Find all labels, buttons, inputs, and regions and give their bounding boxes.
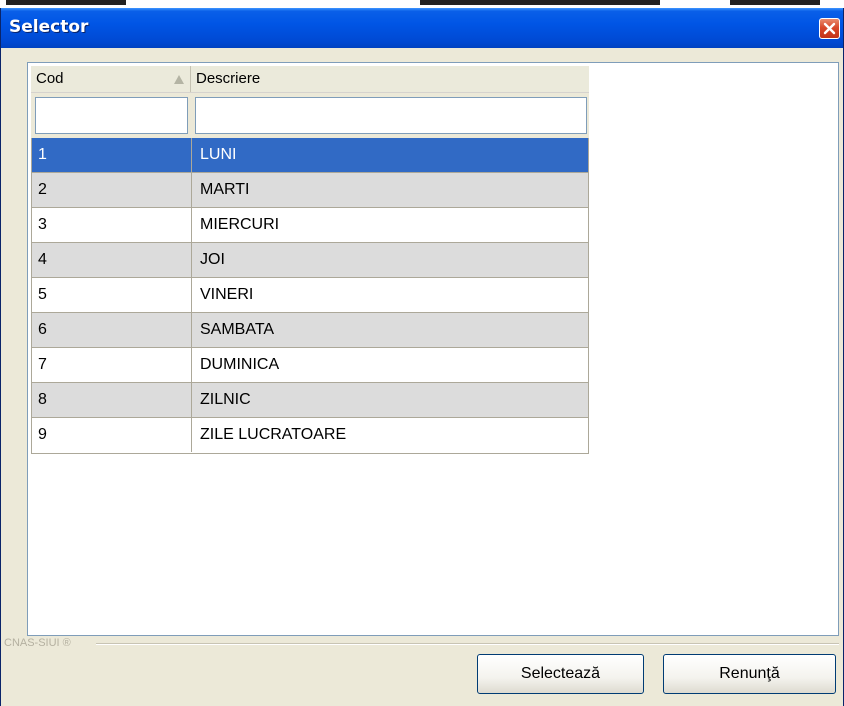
column-header-descriere[interactable]: Descriere (191, 66, 589, 92)
cell-cod: 7 (32, 348, 192, 382)
grid-panel: Cod Descriere 1 LUNI 2 MARTI 3 MIERCURI 4 JOI 5 V… (27, 62, 839, 636)
grid-body: 1 LUNI 2 MARTI 3 MIERCURI 4 JOI 5 VINERI 6 SAMBATA 7… (31, 138, 589, 454)
cell-descriere: LUNI (200, 146, 237, 163)
window-title: Selector (9, 17, 89, 37)
cell-descriere: JOI (200, 251, 225, 268)
sort-ascending-icon (174, 75, 184, 84)
cell-cod: 2 (32, 173, 192, 207)
brand-separator: CNAS-SIUI ® (1, 636, 843, 650)
background-window-strip (0, 0, 844, 8)
table-row[interactable]: 4 JOI (32, 243, 588, 278)
filter-descriere-input[interactable] (195, 97, 587, 134)
cell-descriere: MARTI (200, 181, 250, 198)
table-row[interactable]: 8 ZILNIC (32, 383, 588, 418)
brand-label: CNAS-SIUI ® (4, 637, 74, 649)
cell-descriere: VINERI (200, 286, 254, 303)
separator-line (96, 643, 839, 645)
column-header-label: Cod (36, 70, 64, 87)
table-row[interactable]: 3 MIERCURI (32, 208, 588, 243)
close-icon (823, 22, 836, 35)
cell-descriere: MIERCURI (200, 216, 280, 233)
table-row[interactable]: 6 SAMBATA (32, 313, 588, 348)
background-text-fragment (6, 0, 126, 5)
cell-cod: 3 (32, 208, 192, 242)
background-text-fragment (420, 0, 660, 5)
cell-cod: 8 (32, 383, 192, 417)
cell-cod: 9 (32, 418, 192, 452)
grid-header: Cod Descriere (31, 66, 589, 93)
cell-descriere: ZILE LUCRATOARE (200, 426, 347, 443)
close-button[interactable] (819, 18, 840, 39)
selector-dialog: Selector Cod Descriere 1 LUNI 2 MARTI 3 M (0, 8, 844, 706)
table-row[interactable]: 2 MARTI (32, 173, 588, 208)
column-header-cod[interactable]: Cod (31, 66, 191, 92)
cell-descriere: DUMINICA (200, 356, 280, 373)
cell-descriere: SAMBATA (200, 321, 275, 338)
cell-cod: 6 (32, 313, 192, 347)
filter-cod-input[interactable] (35, 97, 188, 134)
cell-cod: 5 (32, 278, 192, 312)
select-button[interactable]: Selectează (477, 654, 644, 694)
cell-descriere: ZILNIC (200, 391, 251, 408)
cell-cod: 4 (32, 243, 192, 277)
background-text-fragment (730, 0, 820, 5)
cell-cod: 1 (32, 138, 192, 172)
title-bar[interactable]: Selector (1, 8, 843, 48)
column-header-label: Descriere (196, 70, 261, 87)
table-row[interactable]: 9 ZILE LUCRATOARE (32, 418, 588, 453)
selector-grid: Cod Descriere 1 LUNI 2 MARTI 3 MIERCURI 4 JOI 5 V… (31, 66, 589, 454)
table-row[interactable]: 7 DUMINICA (32, 348, 588, 383)
table-row[interactable]: 5 VINERI (32, 278, 588, 313)
filter-row (31, 93, 589, 138)
cancel-button[interactable]: Renunţă (663, 654, 836, 694)
table-row[interactable]: 1 LUNI (32, 138, 588, 173)
